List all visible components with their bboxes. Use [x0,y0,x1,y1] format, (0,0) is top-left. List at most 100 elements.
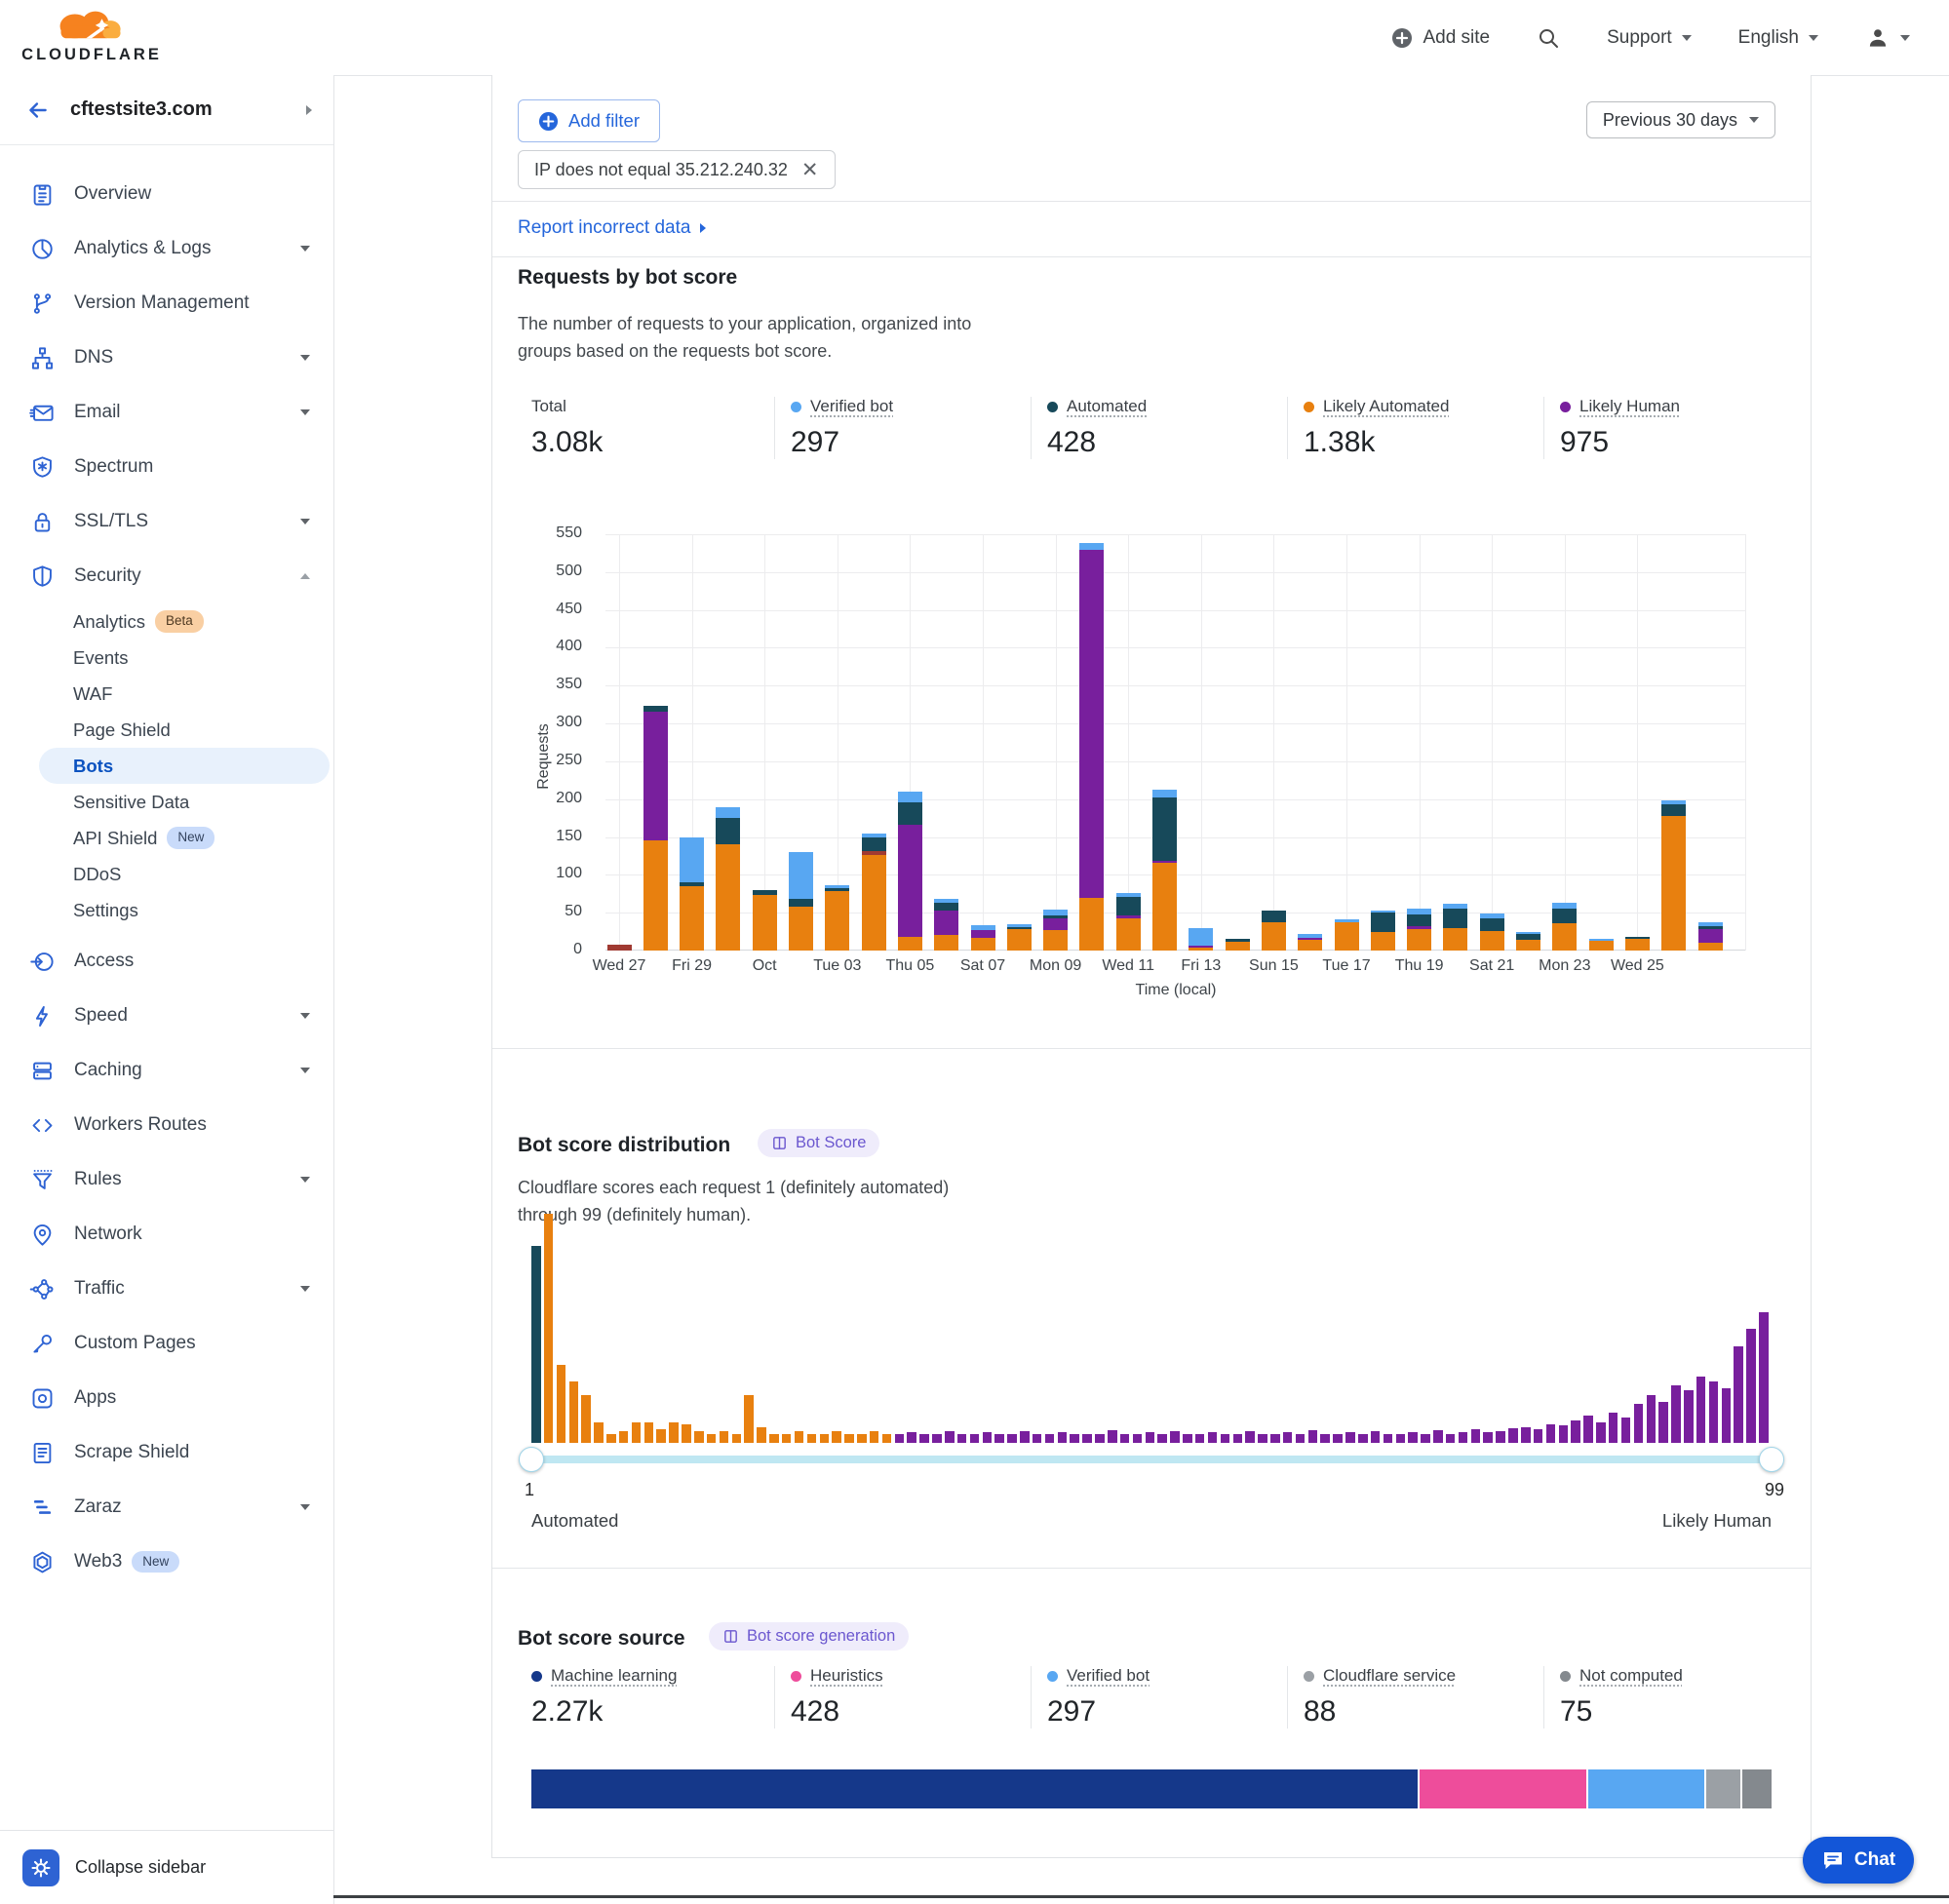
cloudflare-logo[interactable]: CLOUDFLARE [18,3,166,64]
back-arrow-icon[interactable] [25,97,51,123]
bar-segment-likely-automated [1407,929,1431,951]
score-range-slider-track[interactable] [531,1456,1772,1463]
collapse-sidebar-label[interactable]: Collapse sidebar [75,1857,206,1878]
settings-gear-button[interactable] [22,1849,59,1886]
bar-segment-verified-bot [1480,913,1504,918]
sidebar-item-settings[interactable]: Settings [39,892,330,928]
sidebar-item-label: DDoS [73,864,121,885]
bar-segment-automated [862,837,886,851]
sidebar-item-rules[interactable]: Rules [0,1152,333,1207]
sidebar-item-label: Overview [74,183,151,205]
bar-segment-automated [716,818,740,844]
sidebar-item-speed[interactable]: Speed [0,989,333,1043]
histogram-bar [1157,1434,1167,1443]
chevron-right-icon[interactable] [306,105,312,115]
histogram-bar [581,1395,591,1443]
histogram-bar [820,1434,830,1443]
histogram-bar [757,1427,766,1443]
bot-score-badge[interactable]: Bot Score [758,1129,879,1157]
report-incorrect-data-link[interactable]: Report incorrect data [518,217,706,239]
bar-segment-automated [898,802,922,825]
sidebar-item-traffic[interactable]: Traffic [0,1262,333,1316]
stat-label-text: Cloudflare service [1323,1666,1456,1686]
date-range-dropdown[interactable]: Previous 30 days [1586,101,1775,138]
gridline [605,647,1746,648]
sidebar-item-bots[interactable]: Bots [39,748,330,784]
scrape-icon [29,1440,56,1466]
account-menu[interactable] [1865,25,1910,51]
sidebar-item-ddos[interactable]: DDoS [39,856,330,892]
add-site-button[interactable]: Add site [1391,27,1490,49]
requests-stats-row: Total3.08kVerified bot297Automated428Lik… [518,397,1812,459]
sidebar-item-ssl-tls[interactable]: SSL/TLS [0,494,333,549]
sidebar-item-page-shield[interactable]: Page Shield [39,712,330,748]
sidebar-item-events[interactable]: Events [39,640,330,676]
stat-label: Verified bot [791,397,1031,416]
bar-segment-likely-automated [971,938,995,951]
bar-segment-automated [1552,909,1577,924]
gridline [605,723,1746,724]
stat-label: Likely Automated [1304,397,1543,416]
sidebar-item-sensitive-data[interactable]: Sensitive Data [39,784,330,820]
histogram-bar [1621,1418,1631,1443]
sidebar-item-scrape-shield[interactable]: Scrape Shield [0,1425,333,1480]
filter-chip[interactable]: IP does not equal 35.212.240.32 ✕ [518,150,836,189]
sidebar-item-spectrum[interactable]: Spectrum [0,440,333,494]
sidebar-item-analytics[interactable]: AnalyticsBeta [39,603,330,640]
support-label: Support [1607,27,1672,49]
slider-handle-max[interactable] [1759,1447,1784,1472]
sidebar-item-zaraz[interactable]: Zaraz [0,1480,333,1535]
support-menu[interactable]: Support [1607,27,1692,49]
workers-icon [29,1112,56,1139]
sidebar-item-custom-pages[interactable]: Custom Pages [0,1316,333,1371]
histogram-bar [1045,1434,1055,1443]
sidebar-item-label: Page Shield [73,719,171,741]
slider-handle-min[interactable] [519,1447,544,1472]
sidebar-item-network[interactable]: Network [0,1207,333,1262]
sidebar-item-email[interactable]: Email [0,385,333,440]
histogram-bar [1183,1434,1192,1443]
chat-button[interactable]: Chat [1803,1837,1914,1884]
chevron-down-icon [300,1068,310,1073]
sidebar-item-web3[interactable]: Web3New [0,1535,333,1589]
histogram-bar [1671,1385,1681,1443]
search-button[interactable] [1537,26,1560,50]
sidebar-item-waf[interactable]: WAF [39,676,330,712]
sidebar-item-version-management[interactable]: Version Management [0,276,333,330]
bar-segment-verified-bot [1116,893,1141,897]
sidebar-item-workers-routes[interactable]: Workers Routes [0,1098,333,1152]
bar-segment-verified-bot [789,852,813,899]
histogram-bar [1195,1434,1205,1443]
add-filter-button[interactable]: Add filter [518,99,660,142]
bot-score-histogram [531,1214,1772,1443]
sidebar-item-overview[interactable]: Overview [0,167,333,221]
chevron-up-icon [300,573,310,579]
histogram-bar [1308,1430,1318,1443]
bar-segment-likely-automated [1552,923,1577,951]
sidebar-item-apps[interactable]: Apps [0,1371,333,1425]
histogram-bar [1546,1424,1556,1443]
sidebar-item-dns[interactable]: DNS [0,330,333,385]
histogram-bar [606,1434,616,1443]
sidebar-item-api-shield[interactable]: API ShieldNew [39,820,330,856]
sidebar-item-caching[interactable]: Caching [0,1043,333,1098]
bar-segment-verified-bot [1661,800,1686,804]
bar-segment-likely-human [1298,938,1322,940]
bot-score-generation-badge[interactable]: Bot score generation [709,1622,909,1651]
sidebar-item-security[interactable]: Security [0,549,333,603]
bar-segment-verified-bot [934,899,958,903]
stat-value: 297 [1047,1695,1287,1729]
site-name: cftestsite3.com [70,98,287,121]
site-switcher[interactable]: cftestsite3.com [0,75,333,145]
user-icon [1865,25,1891,51]
machine-learning-dot [531,1671,542,1682]
gridline [983,534,984,951]
sidebar-item-access[interactable]: Access [0,934,333,989]
sidebar-item-label: Scrape Shield [74,1442,189,1463]
histogram-bar [1233,1434,1243,1443]
gridline [605,761,1746,762]
sidebar-item-label: DNS [74,347,113,369]
sidebar-item-analytics-logs[interactable]: Analytics & Logs [0,221,333,276]
remove-filter-icon[interactable]: ✕ [801,160,819,180]
language-menu[interactable]: English [1738,27,1818,49]
